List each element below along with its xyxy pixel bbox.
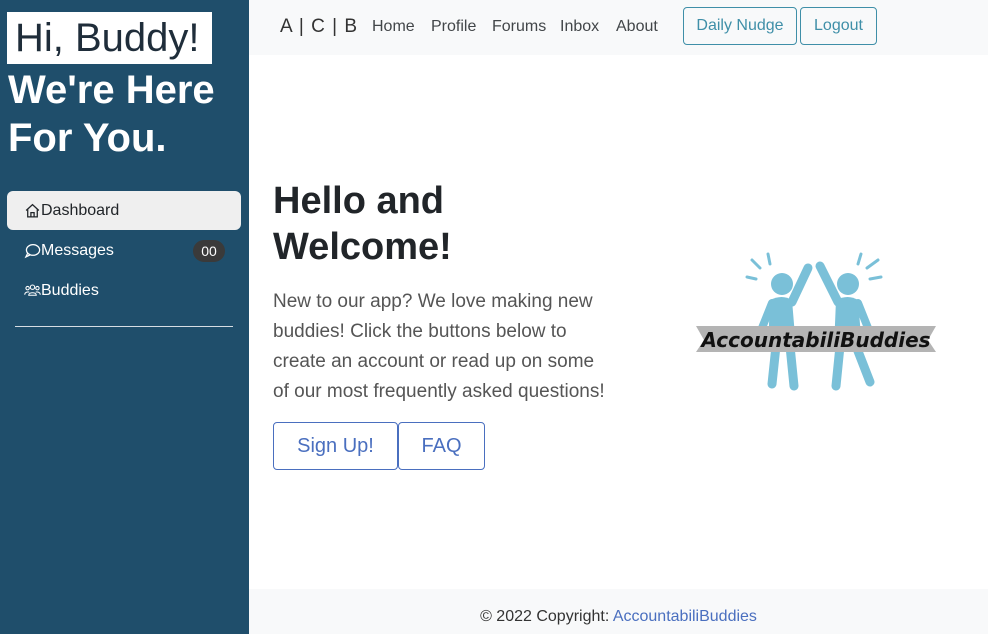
hero-description-line: New to our app? We love making new bbox=[273, 291, 593, 312]
sidebar-divider bbox=[15, 326, 233, 327]
faq-button[interactable]: FAQ bbox=[398, 422, 485, 470]
footer-brand-link[interactable]: AccountabiliBuddies bbox=[613, 608, 757, 625]
brand-logo-text[interactable]: A | C | B bbox=[280, 16, 358, 38]
sidebar-item-label: Dashboard bbox=[41, 201, 120, 219]
hero-title: Hello and Welcome! bbox=[273, 178, 452, 270]
sidebar-item-buddies[interactable]: Buddies bbox=[7, 271, 241, 310]
sign-up-button[interactable]: Sign Up! bbox=[273, 422, 398, 470]
nav-link-about[interactable]: About bbox=[616, 18, 658, 36]
hero-title-line-2: Welcome! bbox=[273, 226, 452, 268]
sidebar-item-label: Messages bbox=[41, 241, 114, 259]
nav-link-inbox[interactable]: Inbox bbox=[560, 18, 599, 36]
sidebar-item-label: Buddies bbox=[41, 281, 99, 299]
app-root: Hi, Buddy! We're Here For You. Dashboard… bbox=[0, 0, 988, 634]
chat-icon bbox=[23, 242, 41, 260]
daily-nudge-button[interactable]: Daily Nudge bbox=[683, 7, 797, 45]
house-icon bbox=[23, 202, 41, 220]
copyright-text: © 2022 Copyright: bbox=[480, 608, 613, 625]
logout-button[interactable]: Logout bbox=[800, 7, 877, 45]
greeting-badge: Hi, Buddy! bbox=[7, 12, 212, 64]
people-icon bbox=[23, 282, 41, 300]
sidebar-item-dashboard[interactable]: Dashboard bbox=[7, 191, 241, 230]
greeting-line-1: We're Here bbox=[8, 68, 215, 112]
footer: © 2022 Copyright: AccountabiliBuddies bbox=[249, 589, 988, 634]
sidebar-item-messages[interactable]: Messages 00 bbox=[7, 231, 241, 270]
messages-count-badge: 00 bbox=[193, 240, 225, 262]
nav-link-forums[interactable]: Forums bbox=[492, 18, 546, 36]
hero-description-line: buddies! Click the buttons below to bbox=[273, 321, 567, 342]
logo-wordmark: AccountabiliBuddies bbox=[699, 328, 930, 352]
sidebar: Hi, Buddy! We're Here For You. Dashboard… bbox=[0, 0, 249, 634]
nav-link-home[interactable]: Home bbox=[372, 18, 415, 36]
hero-description-line: create an account or read up on some bbox=[273, 351, 595, 372]
nav-link-profile[interactable]: Profile bbox=[431, 18, 476, 36]
hero-description: New to our app? We love making new buddi… bbox=[273, 287, 618, 407]
hero-title-line-1: Hello and bbox=[273, 180, 445, 222]
accountabilibuddies-logo: AccountabiliBuddies bbox=[696, 252, 936, 391]
hero-description-line: of our most frequently asked questions! bbox=[273, 381, 605, 402]
top-navbar: A | C | B Home Profile Forums Inbox Abou… bbox=[249, 0, 988, 55]
greeting-line-2: For You. bbox=[8, 116, 167, 160]
